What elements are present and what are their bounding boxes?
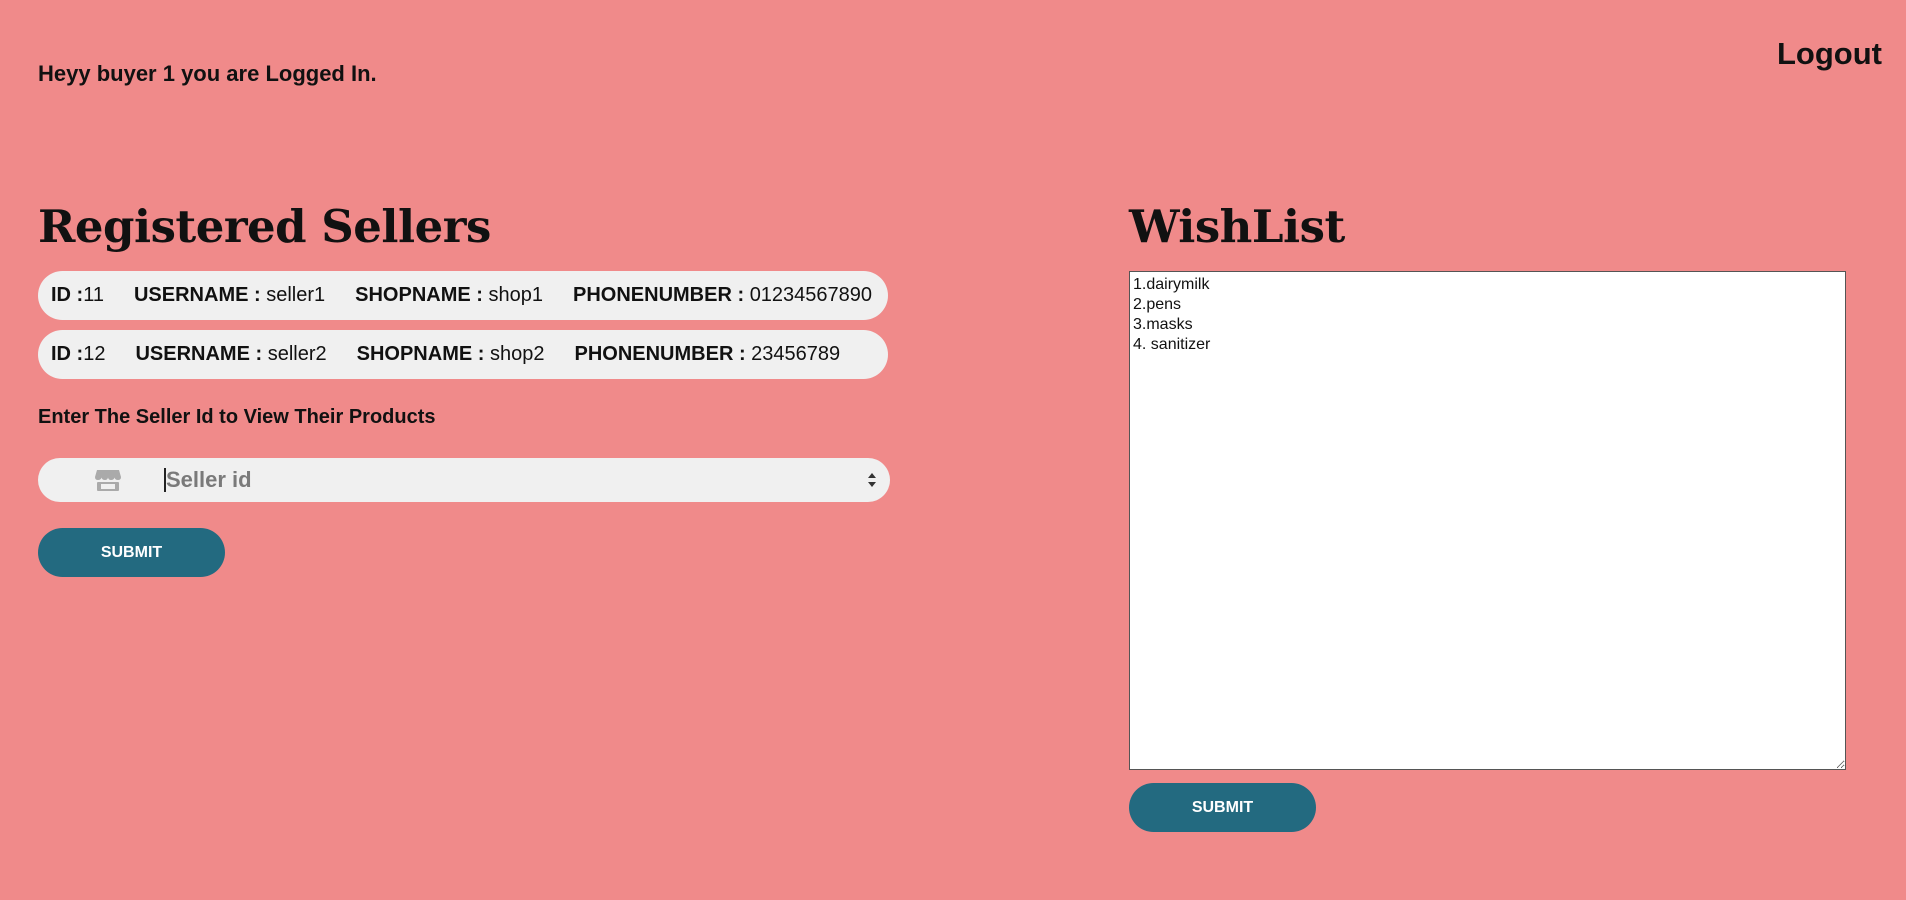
welcome-message: Heyy buyer 1 you are Logged In. [38,61,377,86]
seller-submit-button[interactable]: SUBMIT [38,528,225,577]
wishlist-submit-button[interactable]: SUBMIT [1129,783,1316,832]
seller-phone: PHONENUMBER : 01234567890 [573,284,873,306]
seller-card: ID :11 USERNAME : seller1 SHOPNAME : sho… [38,271,888,320]
seller-phone: PHONENUMBER : 23456789 [574,343,841,365]
wishlist-section: WishList 1.dairymilk 2.pens 3.masks 4. s… [1129,200,1847,832]
seller-username: USERNAME : seller2 [135,343,327,365]
seller-shopname: SHOPNAME : shop1 [355,284,543,306]
store-icon [94,468,122,492]
seller-id-field[interactable] [38,458,890,502]
seller-id: ID :12 [51,343,106,365]
seller-id-prompt: Enter The Seller Id to View Their Produc… [38,406,436,428]
seller-list: ID :11 USERNAME : seller1 SHOPNAME : sho… [38,271,890,379]
wishlist-textarea[interactable]: 1.dairymilk 2.pens 3.masks 4. sanitizer [1129,271,1846,770]
seller-id-input[interactable] [166,460,866,500]
seller-shopname: SHOPNAME : shop2 [356,343,545,365]
logout-link[interactable]: Logout [1777,36,1882,72]
wishlist-title: WishList [1129,200,1345,253]
seller-id: ID :11 [51,284,104,306]
seller-username: USERNAME : seller1 [133,284,326,306]
registered-sellers-title: Registered Sellers [38,200,491,253]
registered-sellers-section: Registered Sellers ID :11 USERNAME : sel… [38,200,890,577]
number-spinner-icon[interactable] [866,470,878,490]
seller-card: ID :12 USERNAME : seller2 SHOPNAME : sho… [38,330,888,379]
